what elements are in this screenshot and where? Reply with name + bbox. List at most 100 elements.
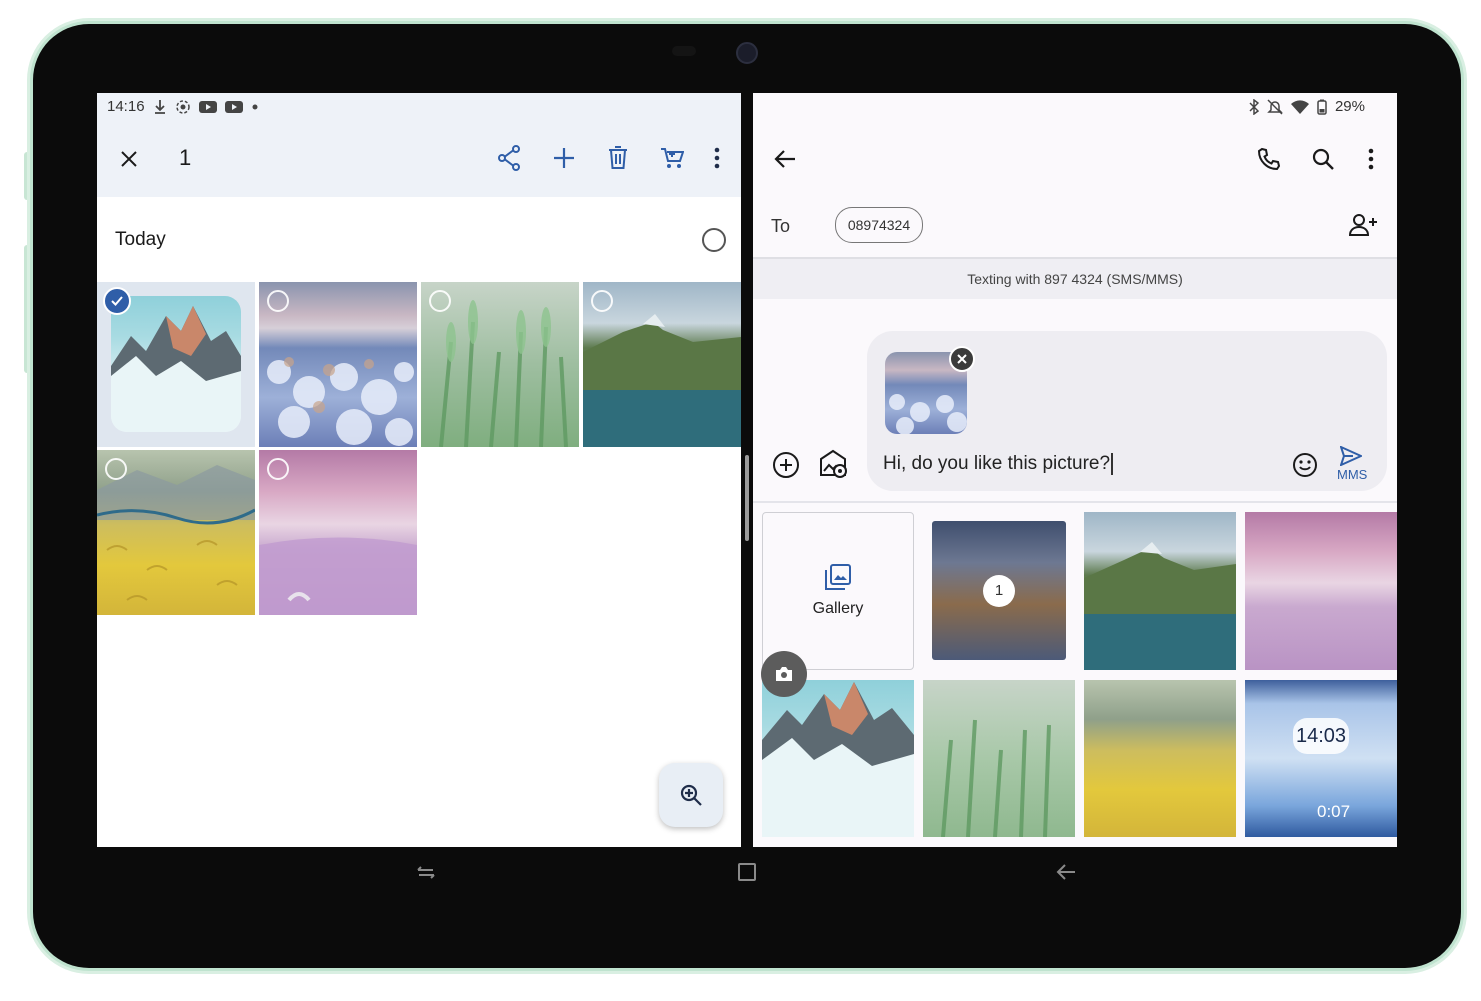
picker-photo-painted-wheat-field[interactable] <box>1084 680 1236 837</box>
recipient-chip[interactable]: 08974324 <box>835 207 923 243</box>
select-circle[interactable] <box>591 290 613 312</box>
order-prints-button[interactable] <box>658 144 686 172</box>
select-circle[interactable] <box>267 458 289 480</box>
close-button[interactable] <box>115 145 143 173</box>
bluetooth-icon <box>1249 98 1259 115</box>
mountain-artwork <box>111 306 241 432</box>
youtube-icon <box>198 100 217 113</box>
video-duration: 0:07 <box>1317 802 1351 821</box>
remove-attachment-button[interactable] <box>949 346 975 372</box>
picker-photo-lavender-dunes[interactable] <box>1245 512 1397 670</box>
wifi-icon <box>1290 99 1309 114</box>
camera-icon <box>776 667 792 681</box>
select-circle[interactable] <box>105 458 127 480</box>
sms-mode-banner: Texting with 897 4324 (SMS/MMS) <box>753 257 1397 299</box>
message-text: Hi, do you like this picture? <box>883 453 1111 475</box>
wheat-artwork <box>941 719 1051 837</box>
status-bar-left: 14:16 <box>107 98 259 115</box>
call-button[interactable] <box>1255 145 1283 173</box>
battery-level: 29% <box>1334 98 1365 115</box>
send-icon <box>1340 446 1362 466</box>
divider <box>753 501 1397 503</box>
more-options-button[interactable] <box>1359 145 1383 173</box>
volume-button <box>24 152 30 200</box>
attach-button[interactable] <box>771 450 801 480</box>
selected-check[interactable] <box>103 287 131 315</box>
home-icon <box>738 863 756 881</box>
photo-tile-frosted-trees[interactable] <box>259 282 417 447</box>
photos-pane: 14:16 1 Today <box>97 93 741 847</box>
photo-camera-icon <box>820 449 847 478</box>
open-gallery-button[interactable]: Gallery <box>762 512 914 670</box>
add-circle-icon <box>773 452 799 478</box>
select-circle[interactable] <box>267 290 289 312</box>
text-caret <box>1111 453 1114 475</box>
message-input[interactable]: Hi, do you like this picture? <box>883 453 1114 475</box>
selection-number-badge: 1 <box>983 574 1015 607</box>
front-camera <box>736 42 758 64</box>
messages-pane: 29% To 08974324 Texting with 897 4324 (S… <box>753 93 1397 847</box>
status-bar-right: 29% <box>1249 98 1365 115</box>
add-to-album-button[interactable] <box>550 144 578 172</box>
selection-count: 1 <box>179 145 192 170</box>
photo-tile-mountain-lake[interactable] <box>583 282 741 447</box>
to-label: To <box>771 216 791 236</box>
back-icon <box>1056 864 1075 880</box>
check-icon <box>111 296 123 306</box>
search-icon <box>1312 148 1334 170</box>
gallery-label: Gallery <box>812 600 864 617</box>
phone-icon <box>1257 147 1281 171</box>
photo-library-icon <box>825 564 851 590</box>
delete-button[interactable] <box>604 144 632 172</box>
send-mode-label: MMS <box>1337 467 1368 482</box>
lake-artwork <box>1084 542 1236 670</box>
share-button[interactable] <box>495 144 523 172</box>
picker-photo-mountain-lake[interactable] <box>1084 512 1236 670</box>
emoji-button[interactable] <box>1291 451 1319 479</box>
camera-capture-button[interactable] <box>761 651 807 697</box>
close-icon <box>957 354 967 364</box>
sensor <box>672 46 696 56</box>
mute-icon <box>1267 98 1283 115</box>
section-title: Today <box>115 229 166 250</box>
power-button <box>24 245 30 373</box>
zoom-button[interactable] <box>659 763 723 827</box>
split-screen-divider[interactable] <box>745 455 749 541</box>
download-icon <box>154 99 165 114</box>
add-icon <box>554 148 574 168</box>
photo-tile-painted-wheat-field[interactable] <box>97 450 255 615</box>
picker-screenshot-lockscreen[interactable]: 14:03 0:07 <box>1245 680 1397 837</box>
battery-icon <box>1317 99 1327 115</box>
photo-tile-mountain-snow[interactable] <box>97 282 255 447</box>
more-options-button[interactable] <box>705 144 729 172</box>
picker-photo-green-wheat[interactable] <box>923 680 1075 837</box>
send-button[interactable] <box>1339 445 1363 467</box>
picker-photo-frosted-trees[interactable]: 1 <box>932 521 1066 660</box>
picker-photo-mountain-snow[interactable] <box>762 680 914 837</box>
add-person-icon <box>1349 214 1377 236</box>
photo-thumbnail <box>111 296 241 432</box>
select-all-toggle[interactable] <box>702 228 726 252</box>
recents-nav-button[interactable] <box>416 862 436 887</box>
more-vert-icon <box>714 147 720 169</box>
home-nav-button[interactable] <box>737 862 757 887</box>
back-button[interactable] <box>771 145 799 173</box>
youtube-icon <box>224 100 243 113</box>
back-arrow-icon <box>774 150 795 168</box>
status-time: 14:16 <box>107 98 145 115</box>
emoji-icon <box>1293 453 1317 477</box>
close-icon <box>121 151 137 167</box>
gallery-camera-button[interactable] <box>818 449 848 479</box>
search-button[interactable] <box>1309 145 1337 173</box>
select-circle[interactable] <box>429 290 451 312</box>
photo-tile-green-wheat[interactable] <box>421 282 579 447</box>
photo-tile-lavender-dunes[interactable] <box>259 450 417 615</box>
more-vert-icon <box>1368 148 1374 170</box>
share-icon <box>498 145 520 171</box>
delete-icon <box>609 146 627 169</box>
shopping-cart-icon <box>661 148 684 168</box>
add-recipient-button[interactable] <box>1349 211 1379 239</box>
back-nav-button[interactable] <box>1056 862 1076 887</box>
dot-icon <box>252 104 258 109</box>
recents-icon <box>417 866 435 879</box>
